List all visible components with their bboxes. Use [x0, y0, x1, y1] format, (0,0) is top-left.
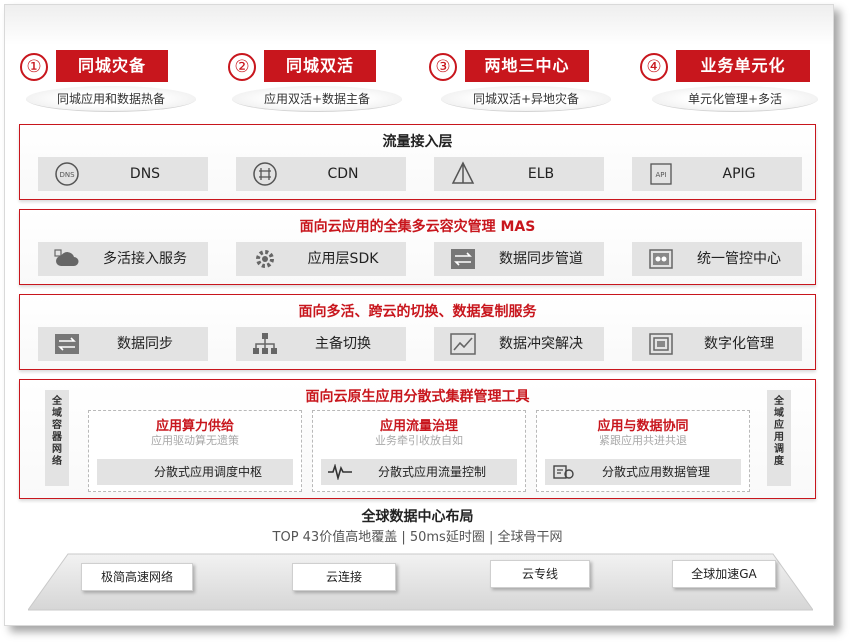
data-manage-icon: [553, 465, 574, 479]
layer-title: 面向云应用的全集多云容灾管理 MAS: [299, 219, 536, 235]
vertical-char: 容: [52, 420, 62, 431]
switch-replication-layer: 面向多活、跨云的切换、数据复制服务 数据同步 主备切换 数据冲突解决 数字化管理: [19, 294, 816, 370]
vertical-char: 域: [774, 408, 784, 419]
traffic-item-dns: DNS DNS: [38, 157, 208, 191]
api-icon: API: [650, 163, 672, 185]
switch-item-label: 数据冲突解决: [499, 336, 583, 352]
pillar-number: ①: [20, 53, 48, 81]
global-dc-subtitle: TOP 43价值高地覆盖 | 50ms延时圈 | 全球骨干网: [272, 530, 563, 545]
mas-layer: 面向云应用的全集多云容灾管理 MAS 多活接入服务 应用层SDK 数据同步管道 …: [19, 209, 816, 285]
platform-item-global-accelerator: 全球加速GA: [672, 560, 776, 588]
vertical-char: 应: [774, 420, 784, 431]
pillar-number: ②: [228, 53, 256, 81]
svg-text:DNS: DNS: [59, 171, 75, 179]
pillar-2: ② 同城双活 应用双活+数据主备: [228, 50, 408, 114]
cluster-box-compute: 应用算力供给 应用驱动算无遗策 分散式应用调度中枢: [88, 410, 302, 492]
cloud-access-icon: [54, 249, 79, 266]
layer-title: 面向云原生应用分散式集群管理工具: [305, 389, 530, 405]
traffic-item-elb: ELB: [434, 157, 604, 191]
pillar-1: ① 同城灾备 同城应用和数据热备: [20, 50, 200, 114]
traffic-access-layer: 流量接入层 DNS DNS CDN ELB API APIG: [19, 124, 816, 200]
cluster-box-traffic: 应用流量治理 业务牵引收放自如 分散式应用流量控制: [312, 410, 526, 492]
cdn-icon: [253, 162, 277, 186]
cluster-box-bar: 分散式应用调度中枢: [97, 459, 293, 485]
svg-text:API: API: [655, 171, 666, 179]
cluster-box-bar-label: 分散式应用调度中枢: [153, 465, 262, 479]
pillar-4: ④ 业务单元化 单元化管理+多活: [640, 50, 820, 114]
cluster-box-data: 应用与数据协同 紧跟应用共进共退 分散式应用数据管理: [536, 410, 750, 492]
cluster-box-bar-label: 分散式应用流量控制: [377, 465, 486, 479]
vertical-char: 用: [774, 432, 784, 443]
pillar-3: ③ 两地三中心 同城双活+异地灾备: [429, 50, 619, 114]
vertical-char: 度: [774, 456, 784, 467]
cluster-management-layer: 面向云原生应用分散式集群管理工具 全 域 容 器 网 络 全 域 应 用 调 度…: [19, 379, 816, 499]
cluster-box-subtitle: 紧跟应用共进共退: [599, 434, 687, 447]
traffic-item-label: APIG: [722, 166, 756, 182]
vertical-char: 络: [52, 456, 62, 467]
traffic-item-cdn: CDN: [236, 157, 406, 191]
cluster-box-bar: 分散式应用流量控制: [321, 459, 517, 485]
dns-icon: DNS: [55, 162, 79, 186]
sync-icon: [55, 334, 79, 354]
waveform-icon: [328, 464, 352, 480]
switch-item-sync: 数据同步: [38, 327, 208, 361]
sync-pipe-icon: [451, 249, 475, 269]
hierarchy-icon: [253, 333, 277, 354]
vertical-char: 网: [52, 444, 62, 455]
switch-item-digital: 数字化管理: [632, 327, 802, 361]
vertical-char: 域: [52, 408, 62, 419]
platform-item-network: 极简高速网络: [81, 563, 193, 591]
vertical-char: 调: [774, 444, 784, 455]
mas-item-label: 统一管控中心: [697, 251, 781, 267]
global-dc-title: 全球数据中心布局: [361, 509, 474, 525]
elb-icon: [451, 161, 475, 184]
pillar-subtitle: 同城双活+异地灾备: [441, 86, 611, 112]
traffic-item-label: DNS: [129, 166, 161, 182]
cluster-box-bar: 分散式应用数据管理: [545, 459, 741, 485]
pillar-title: 两地三中心: [465, 50, 589, 82]
mas-item-label: 应用层SDK: [307, 251, 379, 267]
vertical-char: 器: [52, 432, 62, 443]
vertical-char: 全: [52, 396, 62, 407]
cluster-box-subtitle: 业务牵引收放自如: [375, 434, 463, 447]
vertical-label-container-network: 全 域 容 器 网 络: [45, 390, 69, 486]
vertical-char: 全: [774, 396, 784, 407]
layer-title: 流量接入层: [382, 134, 453, 150]
traffic-item-apig: API APIG: [632, 157, 802, 191]
switch-item-label: 数据同步: [117, 336, 173, 352]
switch-item-failover: 主备切换: [236, 327, 406, 361]
vertical-label-app-scheduling: 全 域 应 用 调 度: [767, 390, 791, 486]
digital-manage-icon: [649, 333, 673, 355]
cluster-box-subtitle: 应用驱动算无遗策: [151, 434, 239, 447]
mas-item-label: 多活接入服务: [103, 251, 187, 267]
chart-line-icon: [450, 333, 476, 355]
mas-item-sdk: 应用层SDK: [236, 242, 406, 276]
mas-item-pipe: 数据同步管道: [434, 242, 604, 276]
pillar-title: 同城灾备: [56, 50, 168, 82]
top-gradient: [5, 5, 833, 45]
pillar-number: ④: [640, 53, 668, 81]
pillar-title: 业务单元化: [676, 50, 810, 82]
mas-item-control: 统一管控中心: [632, 242, 802, 276]
traffic-item-label: CDN: [327, 166, 359, 182]
platform-item-cloud-connect: 云连接: [292, 563, 396, 591]
pillar-title: 同城双活: [264, 50, 376, 82]
layer-title: 面向多活、跨云的切换、数据复制服务: [298, 304, 537, 320]
pillar-subtitle: 单元化管理+多活: [652, 86, 818, 112]
gear-icon: [256, 250, 274, 268]
platform-item-direct-connect: 云专线: [490, 560, 590, 588]
mas-item-label: 数据同步管道: [499, 251, 583, 267]
pillar-subtitle: 应用双活+数据主备: [232, 86, 402, 112]
traffic-item-label: ELB: [527, 166, 555, 182]
mas-item-access: 多活接入服务: [38, 242, 208, 276]
cluster-box-bar-label: 分散式应用数据管理: [601, 465, 710, 479]
switch-item-conflict: 数据冲突解决: [434, 327, 604, 361]
switch-item-label: 数字化管理: [704, 336, 774, 352]
pillar-subtitle: 同城应用和数据热备: [26, 86, 196, 112]
pillar-number: ③: [429, 53, 457, 81]
switch-item-label: 主备切换: [315, 336, 371, 352]
control-center-icon: [649, 249, 673, 269]
